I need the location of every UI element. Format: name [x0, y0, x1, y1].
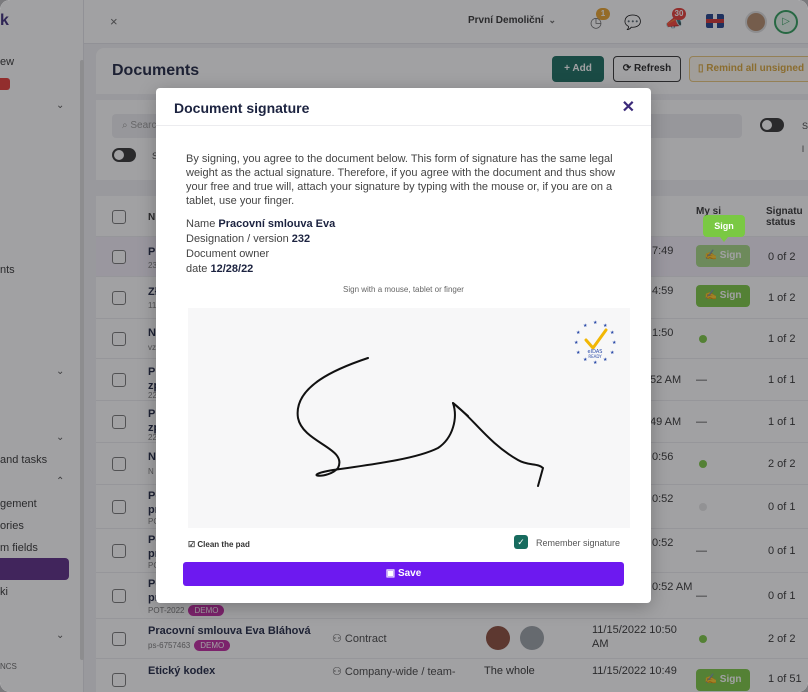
svg-text:★: ★ — [576, 330, 581, 336]
app-window: k ew ⌄ nts ⌄ ⌄ and tasks ⌃ gement ories … — [0, 0, 808, 692]
document-owner-line: Document owner — [186, 248, 270, 260]
signature-pad[interactable] — [188, 308, 630, 528]
svg-text:★: ★ — [603, 323, 608, 329]
remember-signature-checkbox[interactable]: ✓ — [514, 535, 528, 549]
name-label: Name — [186, 218, 216, 230]
signature-drawing — [296, 357, 544, 487]
svg-text:★: ★ — [593, 360, 598, 366]
dialog-header: Document signature ✕ — [156, 88, 651, 126]
svg-text:★: ★ — [593, 320, 598, 326]
svg-text:★: ★ — [603, 357, 608, 363]
signature-intro-text: By signing, you agree to the document be… — [186, 153, 616, 207]
document-version-line: Designation / version 232 — [186, 233, 310, 245]
version-value: 232 — [291, 233, 311, 245]
close-icon[interactable]: ✕ — [622, 97, 635, 117]
save-button[interactable]: ▣ Save — [183, 562, 624, 586]
sign-tooltip: Sign — [703, 215, 745, 242]
save-icon: ▣ — [385, 568, 398, 579]
date-value: 12/28/22 — [210, 263, 254, 275]
remember-signature-label: Remember signature — [536, 538, 621, 548]
document-signature-dialog: Document signature ✕ By signing, you agr… — [156, 88, 651, 603]
svg-text:★: ★ — [576, 350, 581, 356]
svg-text:★: ★ — [583, 323, 588, 329]
save-label: Save — [397, 568, 422, 579]
svg-text:★: ★ — [574, 340, 579, 346]
date-label: date — [186, 263, 208, 275]
eidas-ready-icon: ★ ★ ★ ★ ★ ★ ★ ★ ★ ★ ★ ★ eIDAS READY — [570, 318, 620, 368]
dialog-title: Document signature — [174, 100, 310, 116]
version-label: Designation / version — [186, 233, 289, 245]
signature-pad-hint: Sign with a mouse, tablet or finger — [343, 285, 464, 294]
svg-text:★: ★ — [610, 350, 615, 356]
name-value: Pracovní smlouva Eva — [218, 218, 336, 230]
svg-text:★: ★ — [612, 340, 617, 346]
document-name-line: Name Pracovní smlouva Eva — [186, 218, 335, 230]
svg-text:★: ★ — [610, 330, 615, 336]
svg-text:★: ★ — [583, 357, 588, 363]
clean-pad-label: Clean the pad — [197, 540, 250, 549]
document-date-line: date 12/28/22 — [186, 263, 253, 275]
eidas-ready-label: READY — [588, 354, 602, 359]
eraser-icon: ☑ — [188, 540, 198, 549]
clean-pad-button[interactable]: ☑ Clean the pad — [188, 540, 250, 549]
